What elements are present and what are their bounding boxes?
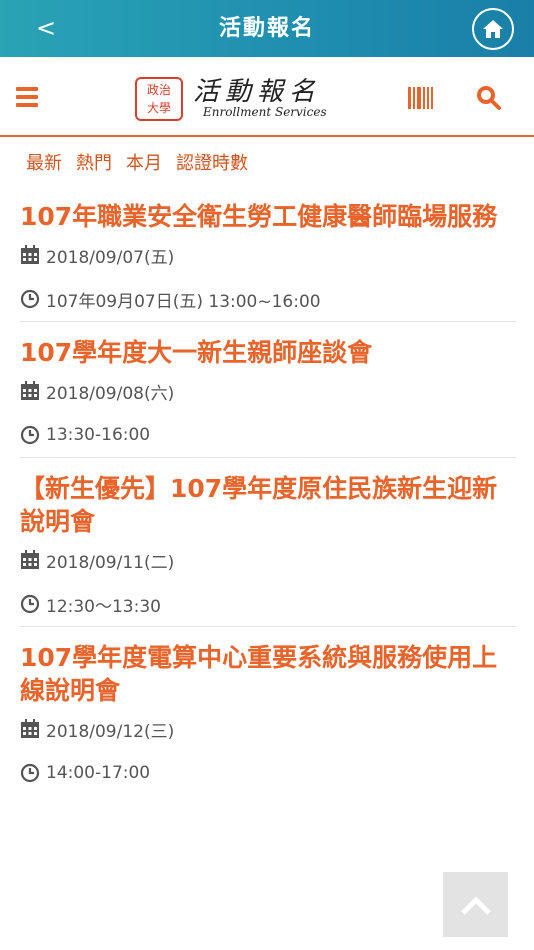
event-time: 13:30-16:00 — [46, 425, 151, 445]
filter-tabs: 最新 熱門 本月 認證時數 — [26, 150, 248, 178]
event-date: 2018/09/08(六) — [46, 383, 175, 404]
menu-icon-bar — [16, 87, 38, 91]
event-time-row: 14:00-17:00 — [20, 751, 516, 795]
menu-icon-bar — [16, 103, 38, 107]
tab-this-month[interactable]: 本月 — [126, 150, 162, 178]
event-title[interactable]: 107年職業安全衛生勞工健康醫師臨場服務 — [20, 186, 516, 233]
event-time: 14:00-17:00 — [46, 763, 151, 783]
event-date: 2018/09/07(五) — [46, 247, 175, 268]
event-title[interactable]: 【新生優先】107學年度原住民族新生迎新說明會 — [20, 458, 516, 538]
logo-chinese-text: 活動報名 — [193, 77, 322, 107]
search-button[interactable] — [476, 85, 502, 111]
event-date: 2018/09/11(二) — [46, 552, 175, 573]
event-item[interactable]: 【新生優先】107學年度原住民族新生迎新說明會 2018/09/11(二) 12… — [20, 458, 516, 627]
tab-latest[interactable]: 最新 — [26, 150, 62, 178]
event-list: 107年職業安全衛生勞工健康醫師臨場服務 2018/09/07(五) 107年0… — [20, 186, 516, 795]
calendar-icon — [21, 719, 39, 738]
event-title[interactable]: 107學年度大一新生親師座談會 — [20, 322, 516, 369]
menu-icon-bar — [16, 95, 38, 99]
logo-seal-line2: 大學 — [146, 101, 171, 115]
home-button[interactable] — [472, 8, 514, 50]
event-item[interactable]: 107學年度電算中心重要系統與服務使用上線說明會 2018/09/12(三) 1… — [20, 627, 516, 795]
event-time-row: 107年09月07日(五) 13:00~16:00 — [20, 277, 516, 321]
home-icon — [483, 20, 503, 38]
top-app-bar: < 活動報名 — [0, 0, 534, 57]
event-time-row: 13:30-16:00 — [20, 413, 516, 457]
logo-english-text: Enrollment Services — [203, 105, 327, 119]
clock-icon — [20, 594, 40, 614]
calendar-icon — [21, 381, 39, 400]
event-date-row: 2018/09/07(五) — [20, 233, 516, 277]
barcode-button[interactable] — [406, 85, 434, 111]
search-icon — [477, 86, 501, 110]
event-time-row: 12:30～13:30 — [20, 582, 516, 626]
site-logo[interactable]: 政治 大學 活動報名 Enrollment Services — [135, 71, 335, 127]
clock-icon — [20, 289, 40, 309]
page-title: 活動報名 — [218, 16, 315, 41]
calendar-icon — [21, 245, 39, 264]
event-date-row: 2018/09/12(三) — [20, 707, 516, 751]
event-item[interactable]: 107學年度大一新生親師座談會 2018/09/08(六) 13:30-16:0… — [20, 322, 516, 458]
event-item[interactable]: 107年職業安全衛生勞工健康醫師臨場服務 2018/09/07(五) 107年0… — [20, 186, 516, 322]
event-date-row: 2018/09/11(二) — [20, 538, 516, 582]
clock-icon — [20, 763, 40, 783]
chevron-up-icon — [460, 895, 491, 915]
logo-seal-line1: 政治 — [146, 83, 171, 97]
barcode-icon — [408, 87, 433, 109]
logo-seal: 政治 大學 — [135, 77, 183, 121]
calendar-icon — [21, 550, 39, 569]
clock-icon — [20, 425, 40, 445]
event-title[interactable]: 107學年度電算中心重要系統與服務使用上線說明會 — [20, 627, 516, 707]
tab-popular[interactable]: 熱門 — [76, 150, 112, 178]
event-time: 107年09月07日(五) 13:00~16:00 — [46, 291, 321, 312]
tab-certified-hours[interactable]: 認證時數 — [176, 150, 248, 178]
menu-button[interactable] — [16, 87, 38, 109]
scroll-to-top-button[interactable] — [443, 872, 508, 937]
event-time: 12:30～13:30 — [46, 596, 161, 617]
site-header: 政治 大學 活動報名 Enrollment Services — [0, 57, 534, 137]
event-date: 2018/09/12(三) — [46, 721, 175, 742]
event-date-row: 2018/09/08(六) — [20, 369, 516, 413]
